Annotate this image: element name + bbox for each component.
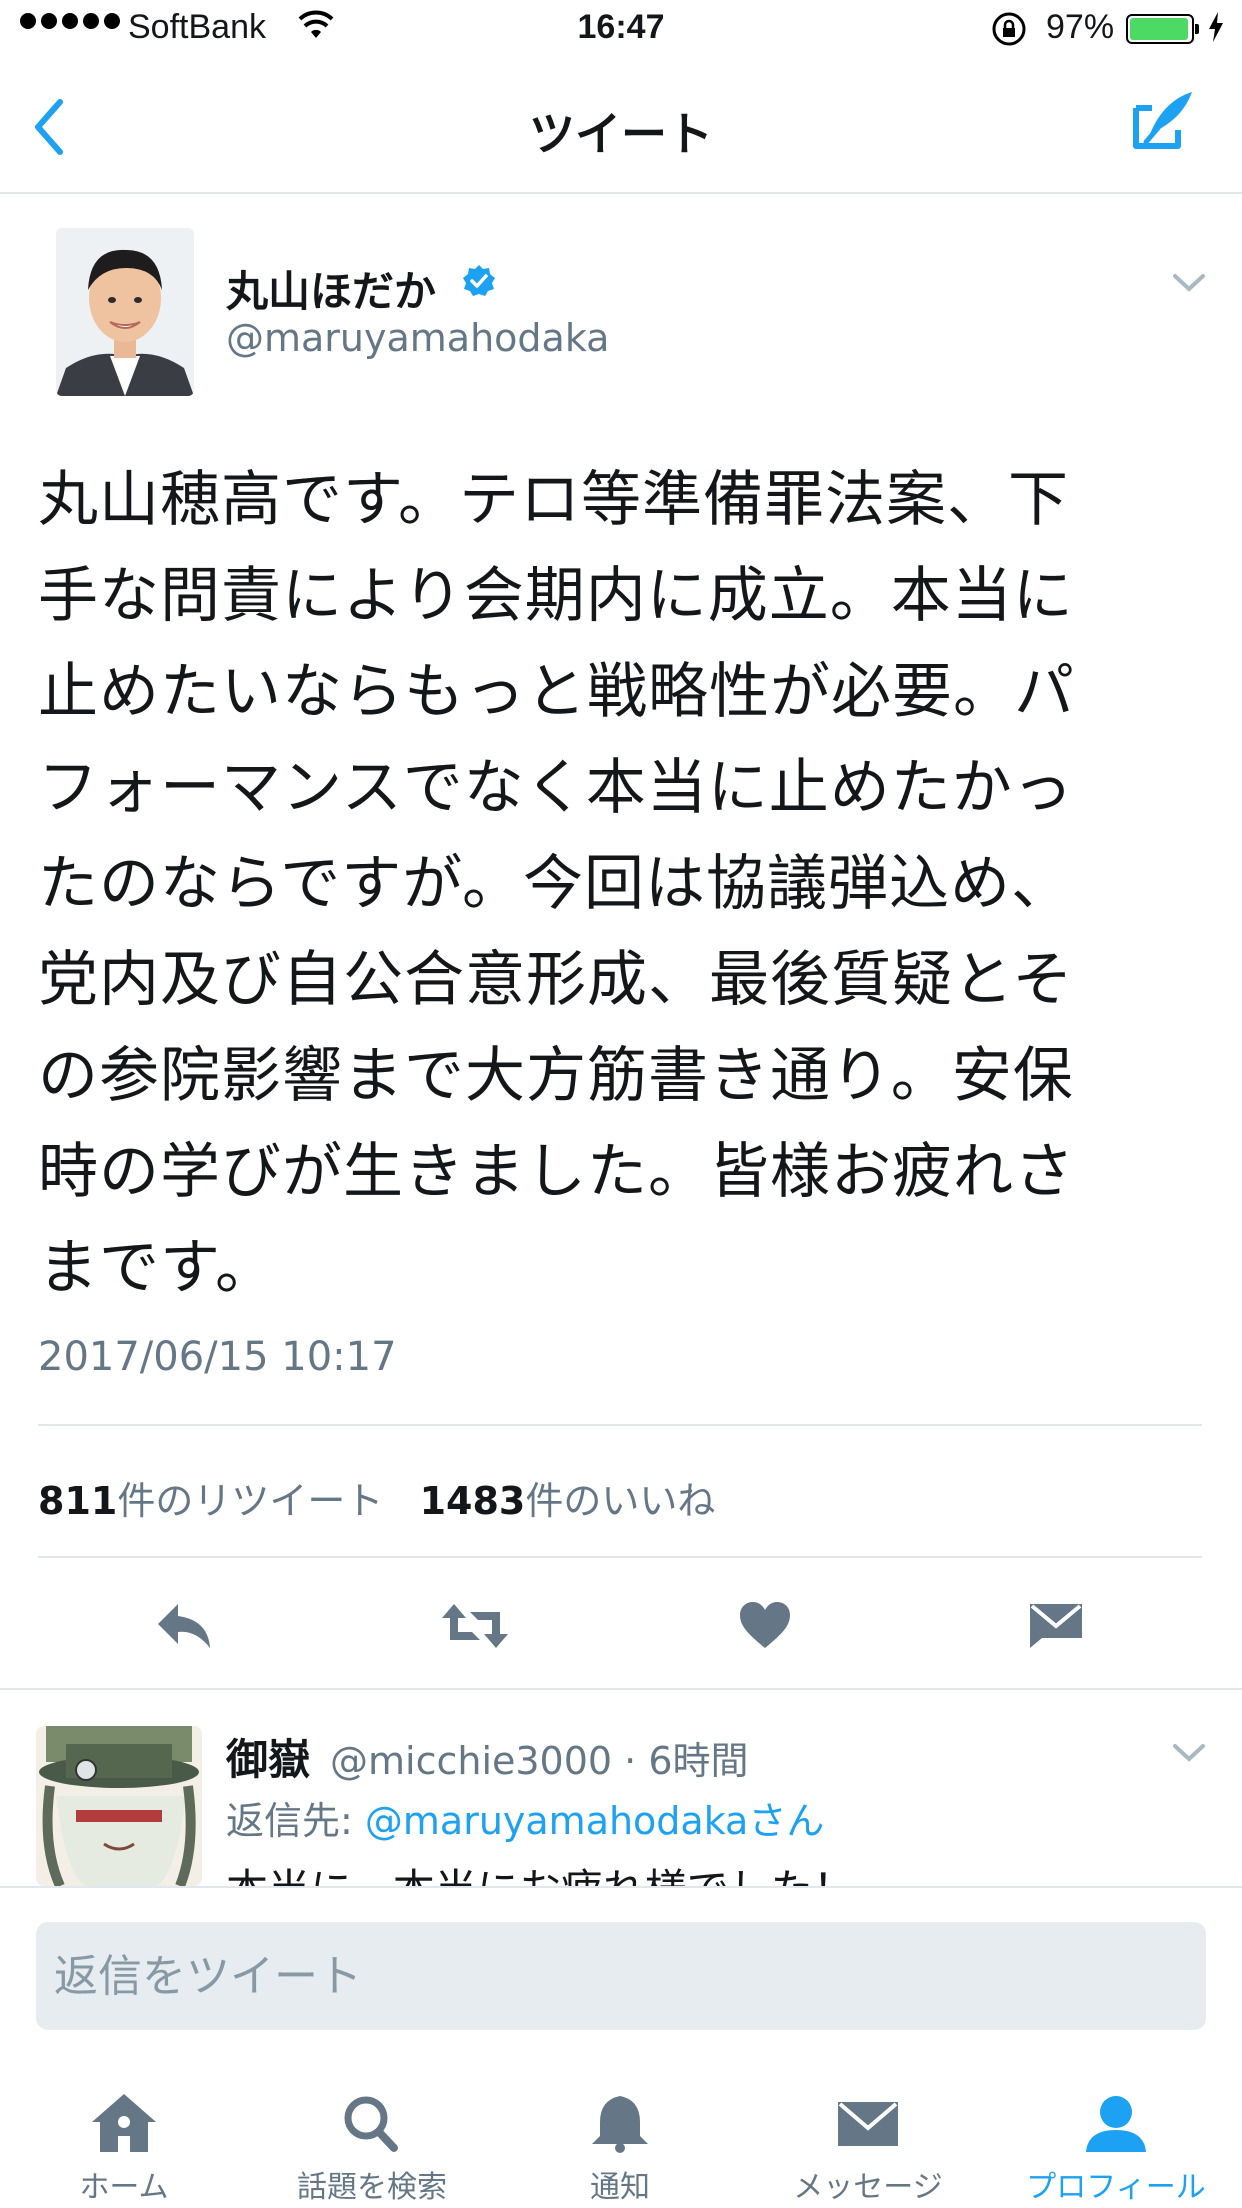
tab-bar: ホーム 話題を検索 通知 メッセージ プロフィール [0,2066,1242,2208]
tab-messages[interactable]: メッセージ [744,2066,992,2208]
reply-author-name[interactable]: 御嶽 [226,1726,310,1787]
tweet-text-line: 時の学びが生きました。皆様お疲れさ [38,1137,1075,1207]
chevron-down-icon[interactable] [1172,1742,1206,1764]
reply-to-prefix: 返信先: [226,1799,365,1843]
tab-label: プロフィール [1026,2170,1206,2205]
retweet-count[interactable]: 811 [38,1479,117,1523]
retweet-count-label[interactable]: 件のリツイート [117,1479,383,1523]
rotation-lock-icon [992,12,1026,46]
tab-search[interactable]: 話題を検索 [248,2066,496,2208]
tweet-text-line: 手な問責により会期内に成立。本当に [38,561,1074,631]
tab-notifications[interactable]: 通知 [496,2066,744,2208]
reply-to-mention[interactable]: @maruyamahodakaさん [365,1799,824,1843]
reply-icon[interactable] [154,1600,214,1652]
reply-avatar-image [36,1726,202,1886]
battery-percent: 97% [1046,8,1115,46]
tab-label: 通知 [590,2170,650,2205]
reply-text: 本当に、本当にお疲れ様でした！ [226,1856,1126,1886]
retweet-icon[interactable] [440,1600,510,1652]
page-title: ツイート [529,107,713,161]
tab-profile[interactable]: プロフィール [992,2066,1240,2208]
author-avatar[interactable] [56,228,194,396]
battery-icon [1126,14,1199,44]
divider [38,1424,1202,1426]
tweet-action-bar [0,1590,1242,1680]
verified-badge-icon [463,265,495,296]
status-bar: SoftBank 16:47 97% [0,0,1242,60]
author-photo [56,228,194,396]
charging-bolt-icon [1209,12,1223,42]
direct-message-icon[interactable] [1028,1600,1084,1650]
tweet-text-line: たのならですが。今回は協議弾込め、 [38,849,1072,919]
chevron-down-icon[interactable] [1172,272,1206,294]
home-icon [92,2094,156,2152]
battery-fill [1130,18,1189,40]
envelope-icon [838,2102,898,2146]
reply-avatar[interactable] [36,1726,202,1886]
navigation-bar: ツイート [0,62,1242,194]
tab-label: メッセージ [793,2170,943,2205]
like-icon[interactable] [738,1600,792,1650]
compose-tweet-icon[interactable] [1128,86,1198,156]
tweet-text-line: フォーマンスでなく本当に止めたかっ [38,753,1074,823]
reply-input[interactable] [36,1922,1206,2030]
reply-to-line: 返信先: @maruyamahodakaさん [226,1790,824,1845]
tab-label: 話題を検索 [297,2170,447,2205]
bell-icon [592,2096,648,2153]
author-name[interactable]: 丸山ほだか [226,258,436,319]
tweet-text-line: の参院影響まで大方筋書き通り。安保 [38,1041,1074,1111]
reply-handle-time[interactable]: @micchie3000 · 6時間 [330,1730,749,1785]
tweet-text-line: まです。 [38,1233,276,1303]
tweet-text-line: 丸山穂高です。テロ等準備罪法案、下 [38,465,1069,535]
tweet-text-line: 党内及び自公合意形成、最後質疑とそ [38,945,1074,1015]
tweet-text-line: 止めたいならもっと戦略性が必要。パ [38,657,1075,727]
tab-label: ホーム [79,2170,169,2205]
divider [38,1556,1202,1558]
engagement-counts: 811件のリツイート 1483件のいいね [38,1470,715,1525]
tweet-timestamp: 2017/06/15 10:17 [38,1334,397,1380]
divider [0,1688,1242,1690]
like-count-label[interactable]: 件のいいね [525,1479,715,1523]
author-handle[interactable]: @maruyamahodaka [226,316,609,360]
tab-home[interactable]: ホーム [0,2066,248,2208]
like-count[interactable]: 1483 [420,1479,526,1523]
search-icon [344,2096,398,2152]
tweet-text: 丸山穂高です。テロ等準備罪法案、下 手な問責により会期内に成立。本当に 止めたい… [38,452,1208,1316]
profile-icon [1086,2096,1146,2152]
